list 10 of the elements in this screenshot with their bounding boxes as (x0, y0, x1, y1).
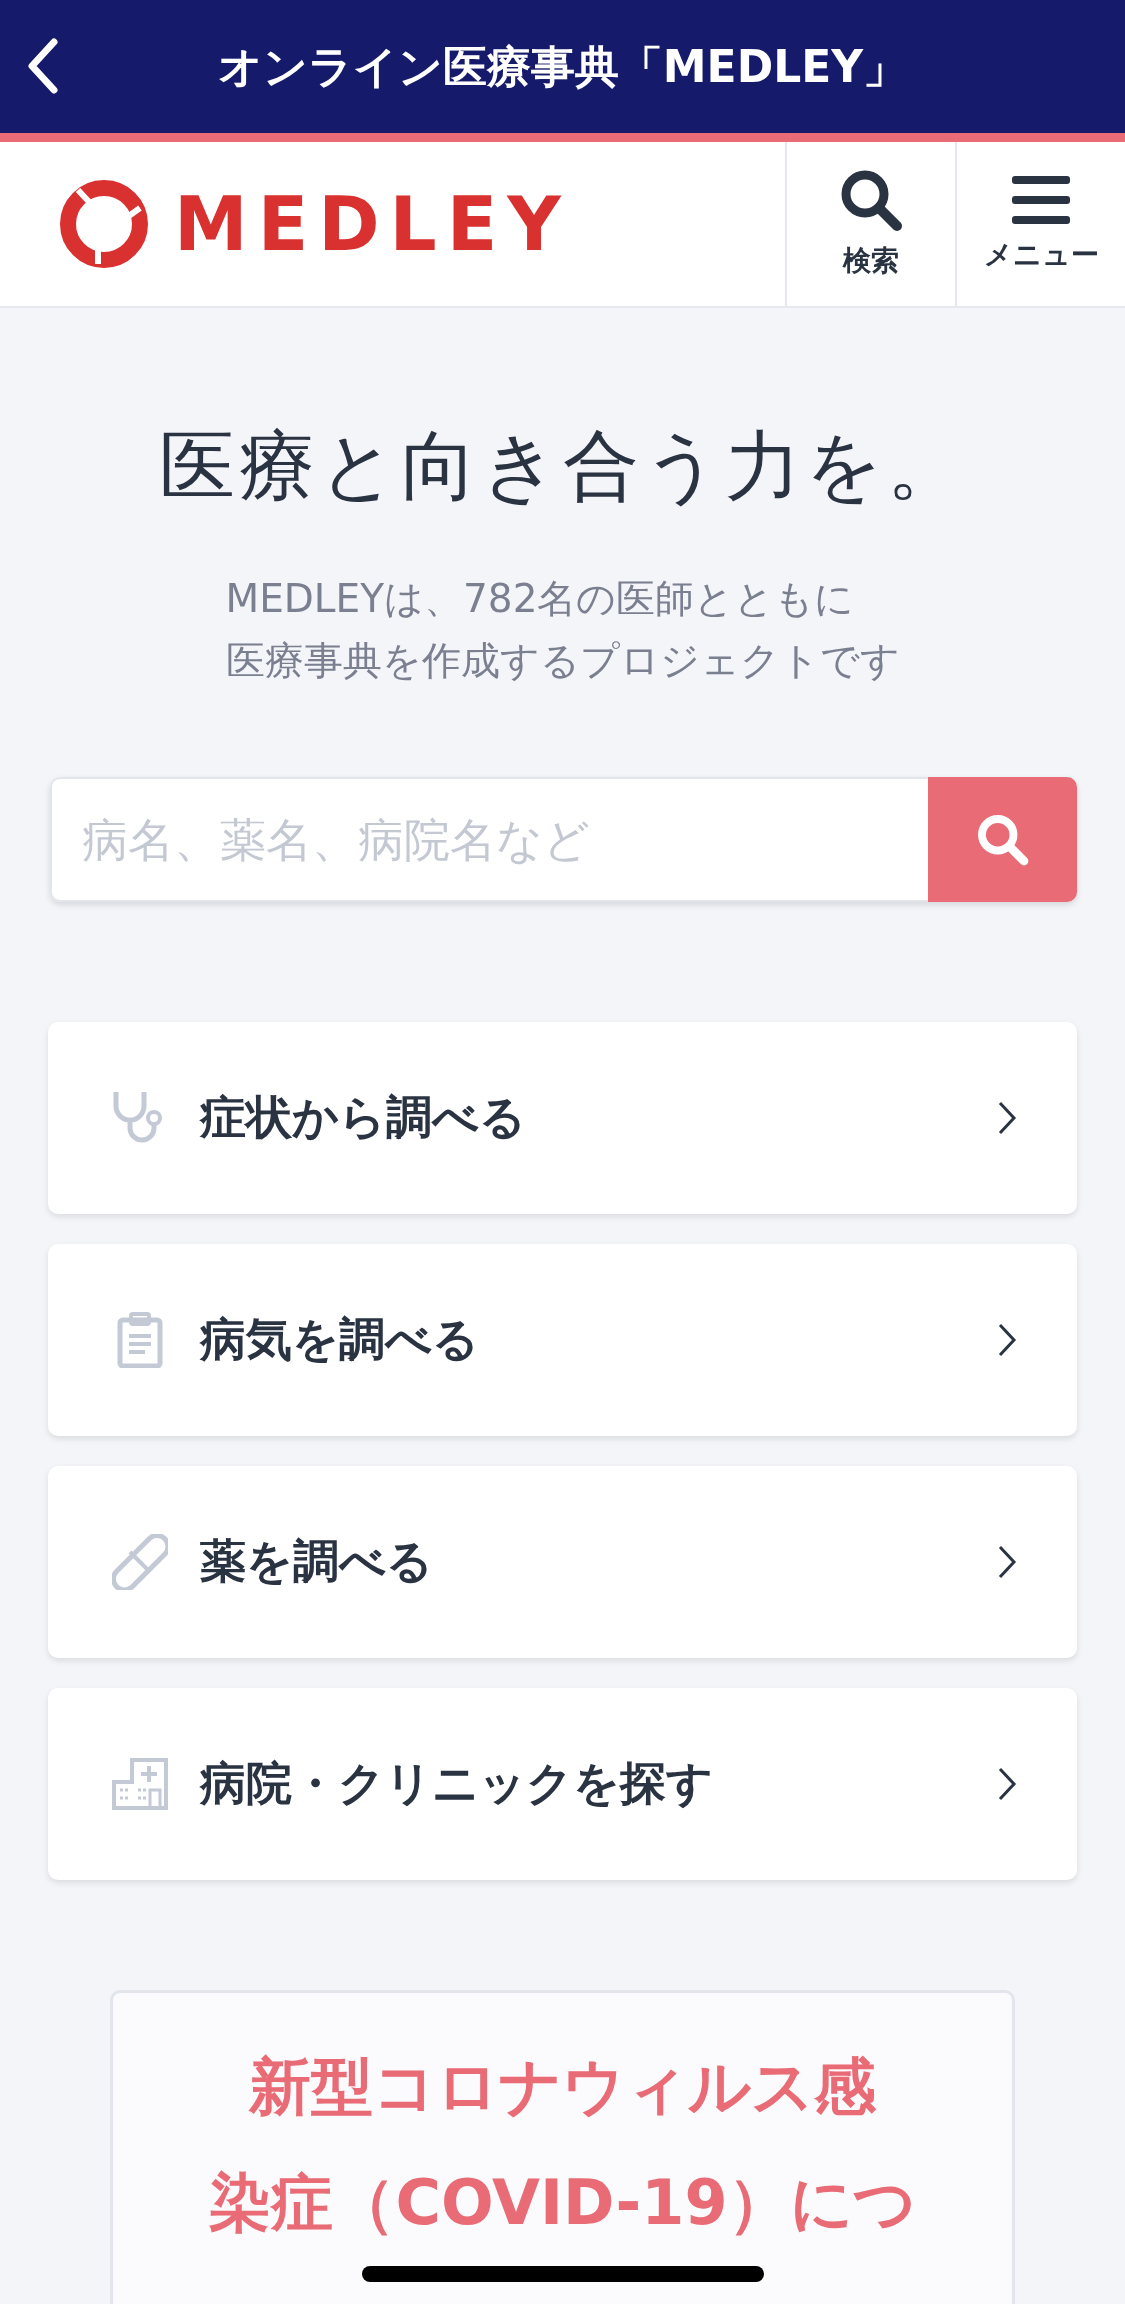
nav-card[interactable]: 薬を調べる (48, 1466, 1077, 1658)
logo-text: MEDLEY (174, 181, 571, 267)
nav-card[interactable]: 症状から調べる (48, 1022, 1077, 1214)
page-title: オンライン医療事典「MEDLEY」 (217, 40, 908, 94)
search-field[interactable]: 病名、薬名、病院名など (50, 777, 928, 902)
nav-card[interactable]: 病院・クリニックを探す (48, 1688, 1077, 1880)
nav-card[interactable]: 病気を調べる (48, 1244, 1077, 1436)
subtitle-line: 医療事典を作成するプロジェクトです (225, 637, 900, 685)
headline: 医療と向き合う力を。 (158, 420, 967, 512)
subtitle-line: MEDLEYは、782名の医師とともに (225, 575, 856, 623)
